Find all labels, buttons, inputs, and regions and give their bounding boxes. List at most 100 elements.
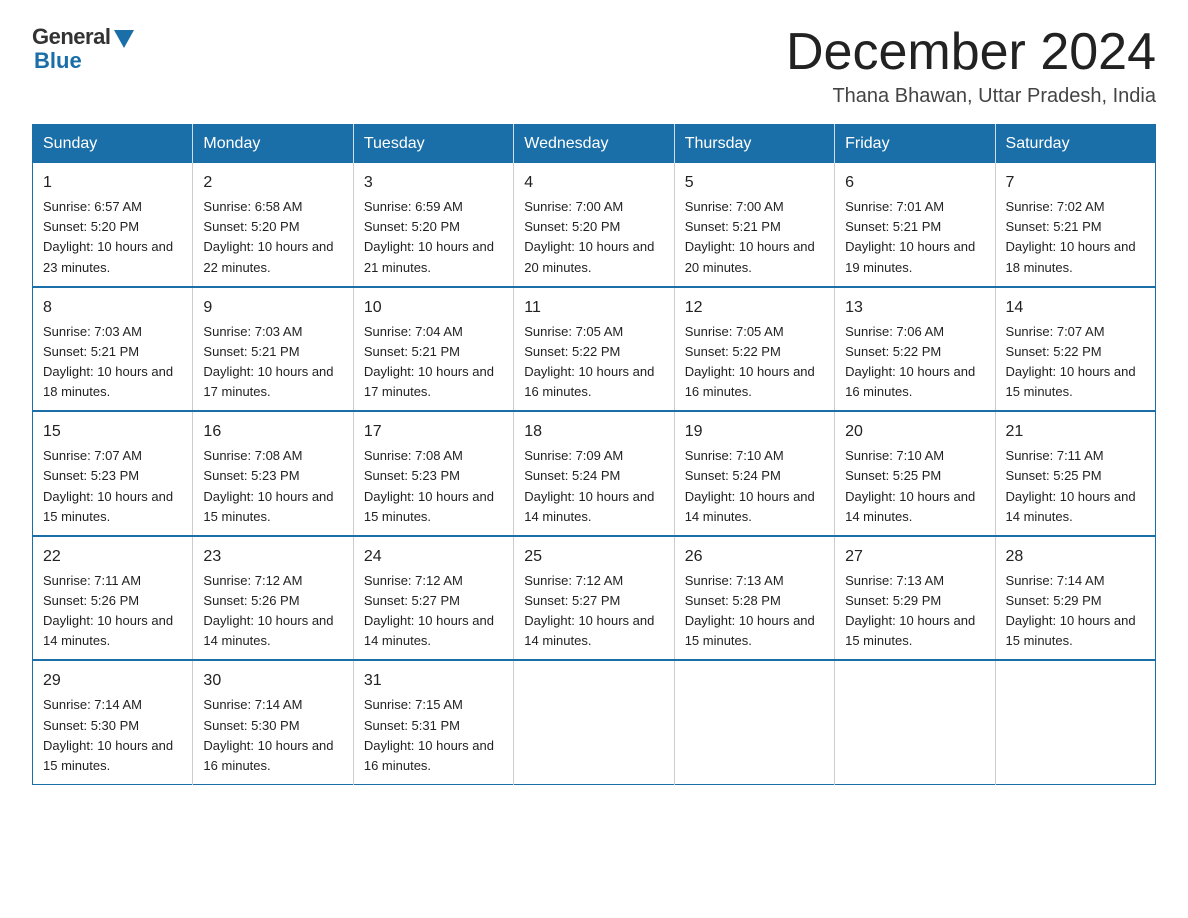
day-number: 19: [685, 420, 824, 444]
day-number: 1: [43, 171, 182, 195]
calendar-day-cell: 6 Sunrise: 7:01 AMSunset: 5:21 PMDayligh…: [835, 163, 995, 287]
day-number: 4: [524, 171, 663, 195]
day-info: Sunrise: 7:12 AMSunset: 5:27 PMDaylight:…: [364, 573, 494, 648]
day-number: 21: [1006, 420, 1145, 444]
day-info: Sunrise: 7:03 AMSunset: 5:21 PMDaylight:…: [203, 324, 333, 399]
day-info: Sunrise: 7:11 AMSunset: 5:25 PMDaylight:…: [1006, 448, 1136, 523]
calendar-day-cell: 3 Sunrise: 6:59 AMSunset: 5:20 PMDayligh…: [353, 163, 513, 287]
day-info: Sunrise: 7:14 AMSunset: 5:30 PMDaylight:…: [203, 697, 333, 772]
day-number: 27: [845, 545, 984, 569]
location-subtitle: Thana Bhawan, Uttar Pradesh, India: [786, 85, 1156, 108]
day-info: Sunrise: 7:12 AMSunset: 5:26 PMDaylight:…: [203, 573, 333, 648]
day-number: 31: [364, 669, 503, 693]
day-number: 30: [203, 669, 342, 693]
day-number: 3: [364, 171, 503, 195]
day-of-week-header: Friday: [835, 125, 995, 164]
calendar-day-cell: 22 Sunrise: 7:11 AMSunset: 5:26 PMDaylig…: [33, 536, 193, 661]
day-info: Sunrise: 7:00 AMSunset: 5:20 PMDaylight:…: [524, 199, 654, 274]
day-number: 20: [845, 420, 984, 444]
day-info: Sunrise: 7:07 AMSunset: 5:22 PMDaylight:…: [1006, 324, 1136, 399]
calendar-week-row: 29 Sunrise: 7:14 AMSunset: 5:30 PMDaylig…: [33, 660, 1156, 784]
day-info: Sunrise: 7:00 AMSunset: 5:21 PMDaylight:…: [685, 199, 815, 274]
day-number: 2: [203, 171, 342, 195]
calendar-day-cell: 31 Sunrise: 7:15 AMSunset: 5:31 PMDaylig…: [353, 660, 513, 784]
calendar-day-cell: 11 Sunrise: 7:05 AMSunset: 5:22 PMDaylig…: [514, 287, 674, 412]
day-info: Sunrise: 6:57 AMSunset: 5:20 PMDaylight:…: [43, 199, 173, 274]
calendar-week-row: 8 Sunrise: 7:03 AMSunset: 5:21 PMDayligh…: [33, 287, 1156, 412]
day-number: 8: [43, 296, 182, 320]
calendar-day-cell: [995, 660, 1155, 784]
day-of-week-header: Wednesday: [514, 125, 674, 164]
day-number: 14: [1006, 296, 1145, 320]
calendar-day-cell: 13 Sunrise: 7:06 AMSunset: 5:22 PMDaylig…: [835, 287, 995, 412]
day-info: Sunrise: 7:01 AMSunset: 5:21 PMDaylight:…: [845, 199, 975, 274]
day-number: 7: [1006, 171, 1145, 195]
month-title: December 2024: [786, 24, 1156, 81]
day-number: 12: [685, 296, 824, 320]
logo-general-text: General: [32, 24, 110, 50]
calendar-day-cell: 1 Sunrise: 6:57 AMSunset: 5:20 PMDayligh…: [33, 163, 193, 287]
calendar-day-cell: 8 Sunrise: 7:03 AMSunset: 5:21 PMDayligh…: [33, 287, 193, 412]
day-info: Sunrise: 7:14 AMSunset: 5:29 PMDaylight:…: [1006, 573, 1136, 648]
calendar-day-cell: 7 Sunrise: 7:02 AMSunset: 5:21 PMDayligh…: [995, 163, 1155, 287]
day-of-week-header: Sunday: [33, 125, 193, 164]
logo-triangle-icon: [114, 30, 134, 48]
day-info: Sunrise: 7:14 AMSunset: 5:30 PMDaylight:…: [43, 697, 173, 772]
day-number: 29: [43, 669, 182, 693]
day-info: Sunrise: 7:11 AMSunset: 5:26 PMDaylight:…: [43, 573, 173, 648]
day-number: 9: [203, 296, 342, 320]
day-number: 13: [845, 296, 984, 320]
calendar-day-cell: 24 Sunrise: 7:12 AMSunset: 5:27 PMDaylig…: [353, 536, 513, 661]
calendar-day-cell: 30 Sunrise: 7:14 AMSunset: 5:30 PMDaylig…: [193, 660, 353, 784]
calendar-day-cell: 9 Sunrise: 7:03 AMSunset: 5:21 PMDayligh…: [193, 287, 353, 412]
calendar-day-cell: 12 Sunrise: 7:05 AMSunset: 5:22 PMDaylig…: [674, 287, 834, 412]
day-info: Sunrise: 7:13 AMSunset: 5:28 PMDaylight:…: [685, 573, 815, 648]
calendar-day-cell: [835, 660, 995, 784]
day-info: Sunrise: 7:05 AMSunset: 5:22 PMDaylight:…: [685, 324, 815, 399]
day-info: Sunrise: 7:05 AMSunset: 5:22 PMDaylight:…: [524, 324, 654, 399]
calendar-day-cell: 4 Sunrise: 7:00 AMSunset: 5:20 PMDayligh…: [514, 163, 674, 287]
calendar-day-cell: 29 Sunrise: 7:14 AMSunset: 5:30 PMDaylig…: [33, 660, 193, 784]
day-number: 24: [364, 545, 503, 569]
calendar-day-cell: 17 Sunrise: 7:08 AMSunset: 5:23 PMDaylig…: [353, 411, 513, 536]
calendar-day-cell: 18 Sunrise: 7:09 AMSunset: 5:24 PMDaylig…: [514, 411, 674, 536]
calendar-header-row: SundayMondayTuesdayWednesdayThursdayFrid…: [33, 125, 1156, 164]
day-number: 25: [524, 545, 663, 569]
day-number: 16: [203, 420, 342, 444]
day-info: Sunrise: 6:58 AMSunset: 5:20 PMDaylight:…: [203, 199, 333, 274]
day-info: Sunrise: 7:04 AMSunset: 5:21 PMDaylight:…: [364, 324, 494, 399]
calendar-day-cell: [514, 660, 674, 784]
logo: General Blue: [32, 24, 134, 74]
calendar-day-cell: 19 Sunrise: 7:10 AMSunset: 5:24 PMDaylig…: [674, 411, 834, 536]
day-of-week-header: Tuesday: [353, 125, 513, 164]
day-info: Sunrise: 7:10 AMSunset: 5:24 PMDaylight:…: [685, 448, 815, 523]
day-number: 15: [43, 420, 182, 444]
day-of-week-header: Thursday: [674, 125, 834, 164]
calendar-day-cell: 25 Sunrise: 7:12 AMSunset: 5:27 PMDaylig…: [514, 536, 674, 661]
calendar-day-cell: [674, 660, 834, 784]
day-info: Sunrise: 7:08 AMSunset: 5:23 PMDaylight:…: [364, 448, 494, 523]
day-number: 26: [685, 545, 824, 569]
calendar-day-cell: 27 Sunrise: 7:13 AMSunset: 5:29 PMDaylig…: [835, 536, 995, 661]
day-info: Sunrise: 7:12 AMSunset: 5:27 PMDaylight:…: [524, 573, 654, 648]
calendar-day-cell: 16 Sunrise: 7:08 AMSunset: 5:23 PMDaylig…: [193, 411, 353, 536]
calendar-table: SundayMondayTuesdayWednesdayThursdayFrid…: [32, 124, 1156, 785]
page-header: General Blue December 2024 Thana Bhawan,…: [32, 24, 1156, 108]
day-info: Sunrise: 7:03 AMSunset: 5:21 PMDaylight:…: [43, 324, 173, 399]
calendar-day-cell: 26 Sunrise: 7:13 AMSunset: 5:28 PMDaylig…: [674, 536, 834, 661]
calendar-day-cell: 5 Sunrise: 7:00 AMSunset: 5:21 PMDayligh…: [674, 163, 834, 287]
day-of-week-header: Saturday: [995, 125, 1155, 164]
day-info: Sunrise: 7:10 AMSunset: 5:25 PMDaylight:…: [845, 448, 975, 523]
day-number: 5: [685, 171, 824, 195]
day-info: Sunrise: 7:15 AMSunset: 5:31 PMDaylight:…: [364, 697, 494, 772]
day-info: Sunrise: 7:09 AMSunset: 5:24 PMDaylight:…: [524, 448, 654, 523]
calendar-day-cell: 23 Sunrise: 7:12 AMSunset: 5:26 PMDaylig…: [193, 536, 353, 661]
day-info: Sunrise: 7:02 AMSunset: 5:21 PMDaylight:…: [1006, 199, 1136, 274]
day-number: 28: [1006, 545, 1145, 569]
calendar-day-cell: 21 Sunrise: 7:11 AMSunset: 5:25 PMDaylig…: [995, 411, 1155, 536]
day-number: 18: [524, 420, 663, 444]
day-number: 23: [203, 545, 342, 569]
calendar-day-cell: 15 Sunrise: 7:07 AMSunset: 5:23 PMDaylig…: [33, 411, 193, 536]
day-info: Sunrise: 7:08 AMSunset: 5:23 PMDaylight:…: [203, 448, 333, 523]
calendar-day-cell: 10 Sunrise: 7:04 AMSunset: 5:21 PMDaylig…: [353, 287, 513, 412]
